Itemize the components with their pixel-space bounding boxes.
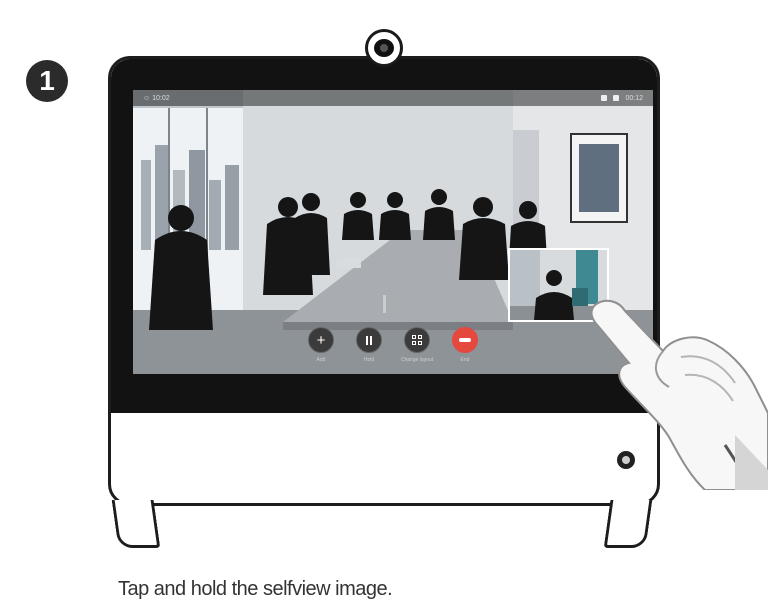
hand-pointer-icon [590, 299, 768, 490]
recording-icon [601, 95, 608, 101]
plus-icon: + [308, 327, 334, 353]
stand-leg-right [603, 500, 653, 548]
camera-icon [365, 29, 403, 67]
call-controls: + Add Hold Change layout End [303, 327, 483, 367]
add-label: Add [316, 357, 326, 363]
status-left-text: ☺ 10:02 [143, 94, 170, 102]
layout-button[interactable]: Change layout [399, 327, 435, 367]
signal-icon [613, 95, 620, 101]
end-label: End [460, 357, 470, 363]
hold-button[interactable]: Hold [351, 327, 387, 367]
call-duration: 00:12 [625, 94, 643, 102]
step-number-badge: 1 [26, 60, 68, 102]
stand-leg-left [111, 500, 161, 548]
layout-icon [404, 327, 430, 353]
pause-icon [356, 327, 382, 353]
hold-label: Hold [363, 357, 375, 363]
end-call-button[interactable]: End [447, 327, 483, 367]
status-bar: ☺ 10:02 00:12 [133, 90, 653, 106]
video-call-screen[interactable]: ☺ 10:02 00:12 + Add Hold Change layout E… [133, 90, 653, 374]
add-button[interactable]: + Add [303, 327, 339, 367]
instruction-caption: Tap and hold the selfview image. [118, 578, 393, 600]
layout-label: Change layout [400, 357, 434, 363]
end-call-icon [452, 327, 478, 353]
